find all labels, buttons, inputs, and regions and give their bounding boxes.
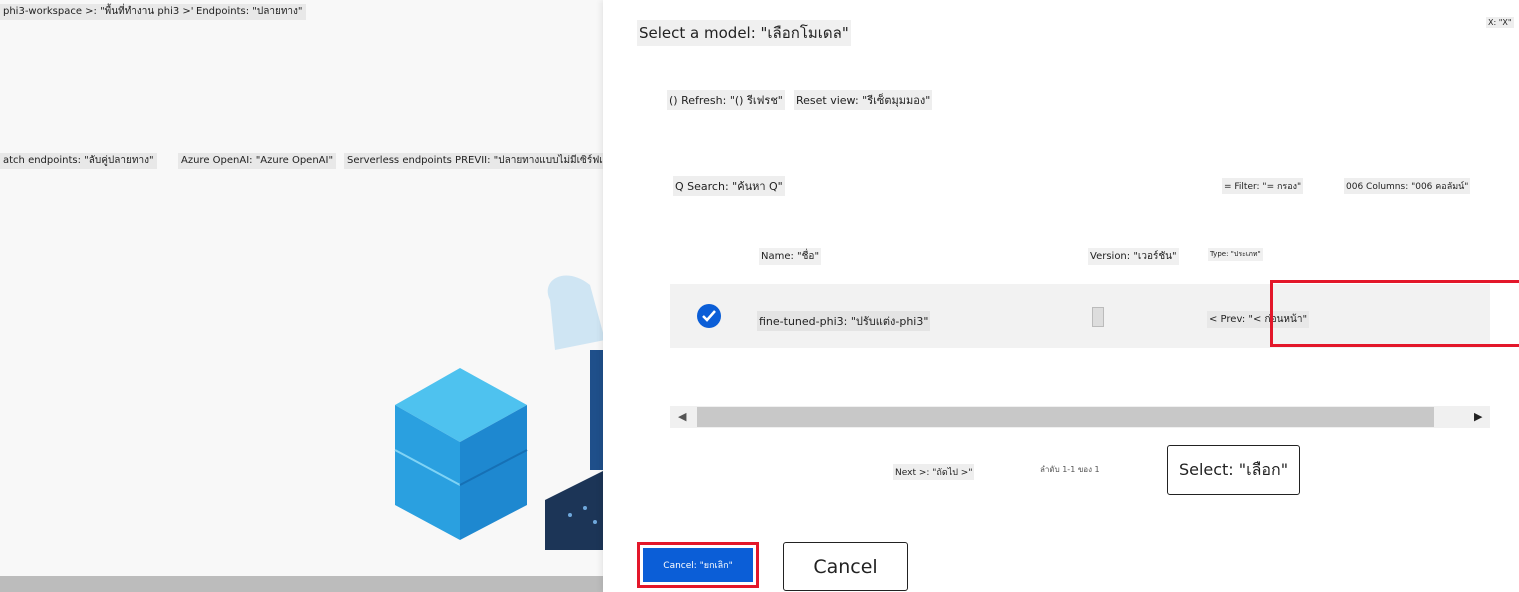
close-button[interactable]: X: "X": [1486, 17, 1514, 28]
pagination-info: ลำดับ 1-1 ของ 1: [1040, 465, 1100, 474]
scrollbar-thumb[interactable]: [697, 407, 1434, 427]
background-footer-bar: [0, 576, 603, 592]
cancel-button[interactable]: Cancel: [783, 542, 908, 591]
breadcrumb-endpoints[interactable]: Endpoints: "ปลายทาง": [193, 4, 306, 20]
column-header-version[interactable]: Version: "เวอร์ชัน": [1088, 248, 1179, 265]
select-model-dialog: Select a model: "เลือกโมเดล" X: "X" () R…: [603, 0, 1519, 592]
breadcrumb-workspace[interactable]: phi3-workspace >: "พื้นที่ทำงาน phi3 >": [0, 4, 199, 20]
next-page-button[interactable]: Next >: "ถัดไป >": [893, 464, 975, 480]
column-header-name[interactable]: Name: "ชื่อ": [759, 248, 822, 265]
cancel-primary-highlight: Cancel: "ยกเลิก": [637, 542, 759, 588]
filter-button[interactable]: = Filter: "= กรอง": [1222, 178, 1304, 194]
background-page: phi3-workspace >: "พื้นที่ทำงาน phi3 >" …: [0, 0, 663, 592]
search-input[interactable]: Q Search: "ค้นหา Q": [673, 176, 785, 196]
version-cell: [1092, 307, 1104, 327]
tab-azure-openai[interactable]: Azure OpenAI: "Azure OpenAI": [178, 153, 337, 169]
column-header-type[interactable]: Type: "ประเภท": [1208, 248, 1263, 261]
scroll-left-icon[interactable]: ◀: [678, 410, 686, 423]
columns-button[interactable]: 006 Columns: "006 คอลัมน์": [1344, 178, 1471, 194]
dialog-title: Select a model: "เลือกโมเดล": [637, 20, 851, 46]
server-illustration: [394, 275, 620, 550]
horizontal-scrollbar[interactable]: ◀ ▶: [670, 406, 1490, 428]
model-name-cell: fine-tuned-phi3: "ปรับแต่ง-phi3": [757, 311, 931, 331]
tab-batch-endpoints[interactable]: atch endpoints: "ลับคู่ปลายทาง": [0, 153, 157, 169]
refresh-button[interactable]: () Refresh: "() รีเฟรช": [667, 90, 785, 110]
select-button[interactable]: Select: "เลือก": [1167, 445, 1300, 495]
cancel-primary-button[interactable]: Cancel: "ยกเลิก": [643, 548, 753, 582]
reset-view-button[interactable]: Reset view: "รีเซ็ตมุมมอง": [794, 90, 933, 110]
scroll-right-icon[interactable]: ▶: [1474, 410, 1482, 423]
checkmark-icon[interactable]: [697, 304, 721, 328]
row-highlight-box: [1270, 280, 1519, 347]
